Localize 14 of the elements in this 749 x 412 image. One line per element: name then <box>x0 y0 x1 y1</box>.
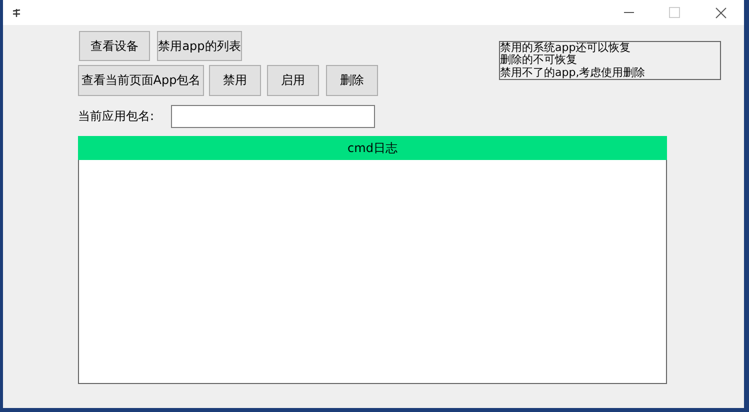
toolbar-button[interactable]: 查看当前页面App包名 <box>78 65 204 96</box>
close-icon <box>715 6 727 18</box>
field-label: 当前应用包名: <box>78 108 156 125</box>
toolbar-button[interactable]: 启用 <box>267 65 319 96</box>
app-icon <box>12 8 21 18</box>
log-header: cmd日志 <box>78 136 667 160</box>
maximize-icon <box>669 6 681 18</box>
toolbar-button[interactable]: 禁用 <box>209 65 261 96</box>
minimize-icon <box>624 12 634 13</box>
toolbar-button[interactable]: 禁用app的列表 <box>157 31 242 61</box>
toolbar-button[interactable]: 删除 <box>326 65 378 96</box>
notes-box: 禁用的系统app还可以恢复 删除的不可恢复 禁用不了的app,考虑使用删除 <box>499 41 721 80</box>
toolbar-button[interactable]: 查看设备 <box>79 31 150 61</box>
package-name-field[interactable] <box>171 105 375 128</box>
